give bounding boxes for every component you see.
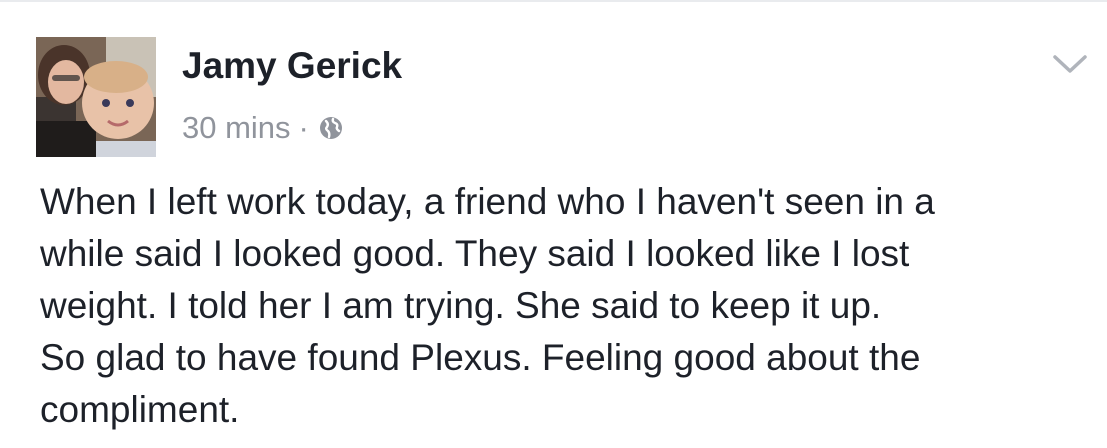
post-text-line: while said I looked good. They said I lo…: [40, 233, 910, 274]
post-text-line: weight. I told her I am trying. She said…: [40, 285, 882, 326]
post-meta: 30 mins ·: [182, 108, 343, 148]
globe-icon[interactable]: [319, 116, 343, 140]
divider: [0, 0, 1107, 2]
meta-separator: ·: [298, 110, 309, 145]
post-text-line: compliment.: [40, 389, 240, 430]
avatar[interactable]: [36, 37, 156, 157]
chevron-down-icon[interactable]: [1052, 52, 1088, 76]
author-name[interactable]: Jamy Gerick: [182, 44, 402, 88]
facebook-post: Jamy Gerick 30 mins · When I left work t…: [0, 0, 1107, 448]
timestamp[interactable]: 30 mins: [182, 110, 291, 146]
post-body: When I left work today, a friend who I h…: [40, 176, 1090, 436]
post-text-line: When I left work today, a friend who I h…: [40, 181, 935, 222]
post-text-line: So glad to have found Plexus. Feeling go…: [40, 337, 921, 378]
avatar-photo: [36, 37, 156, 157]
